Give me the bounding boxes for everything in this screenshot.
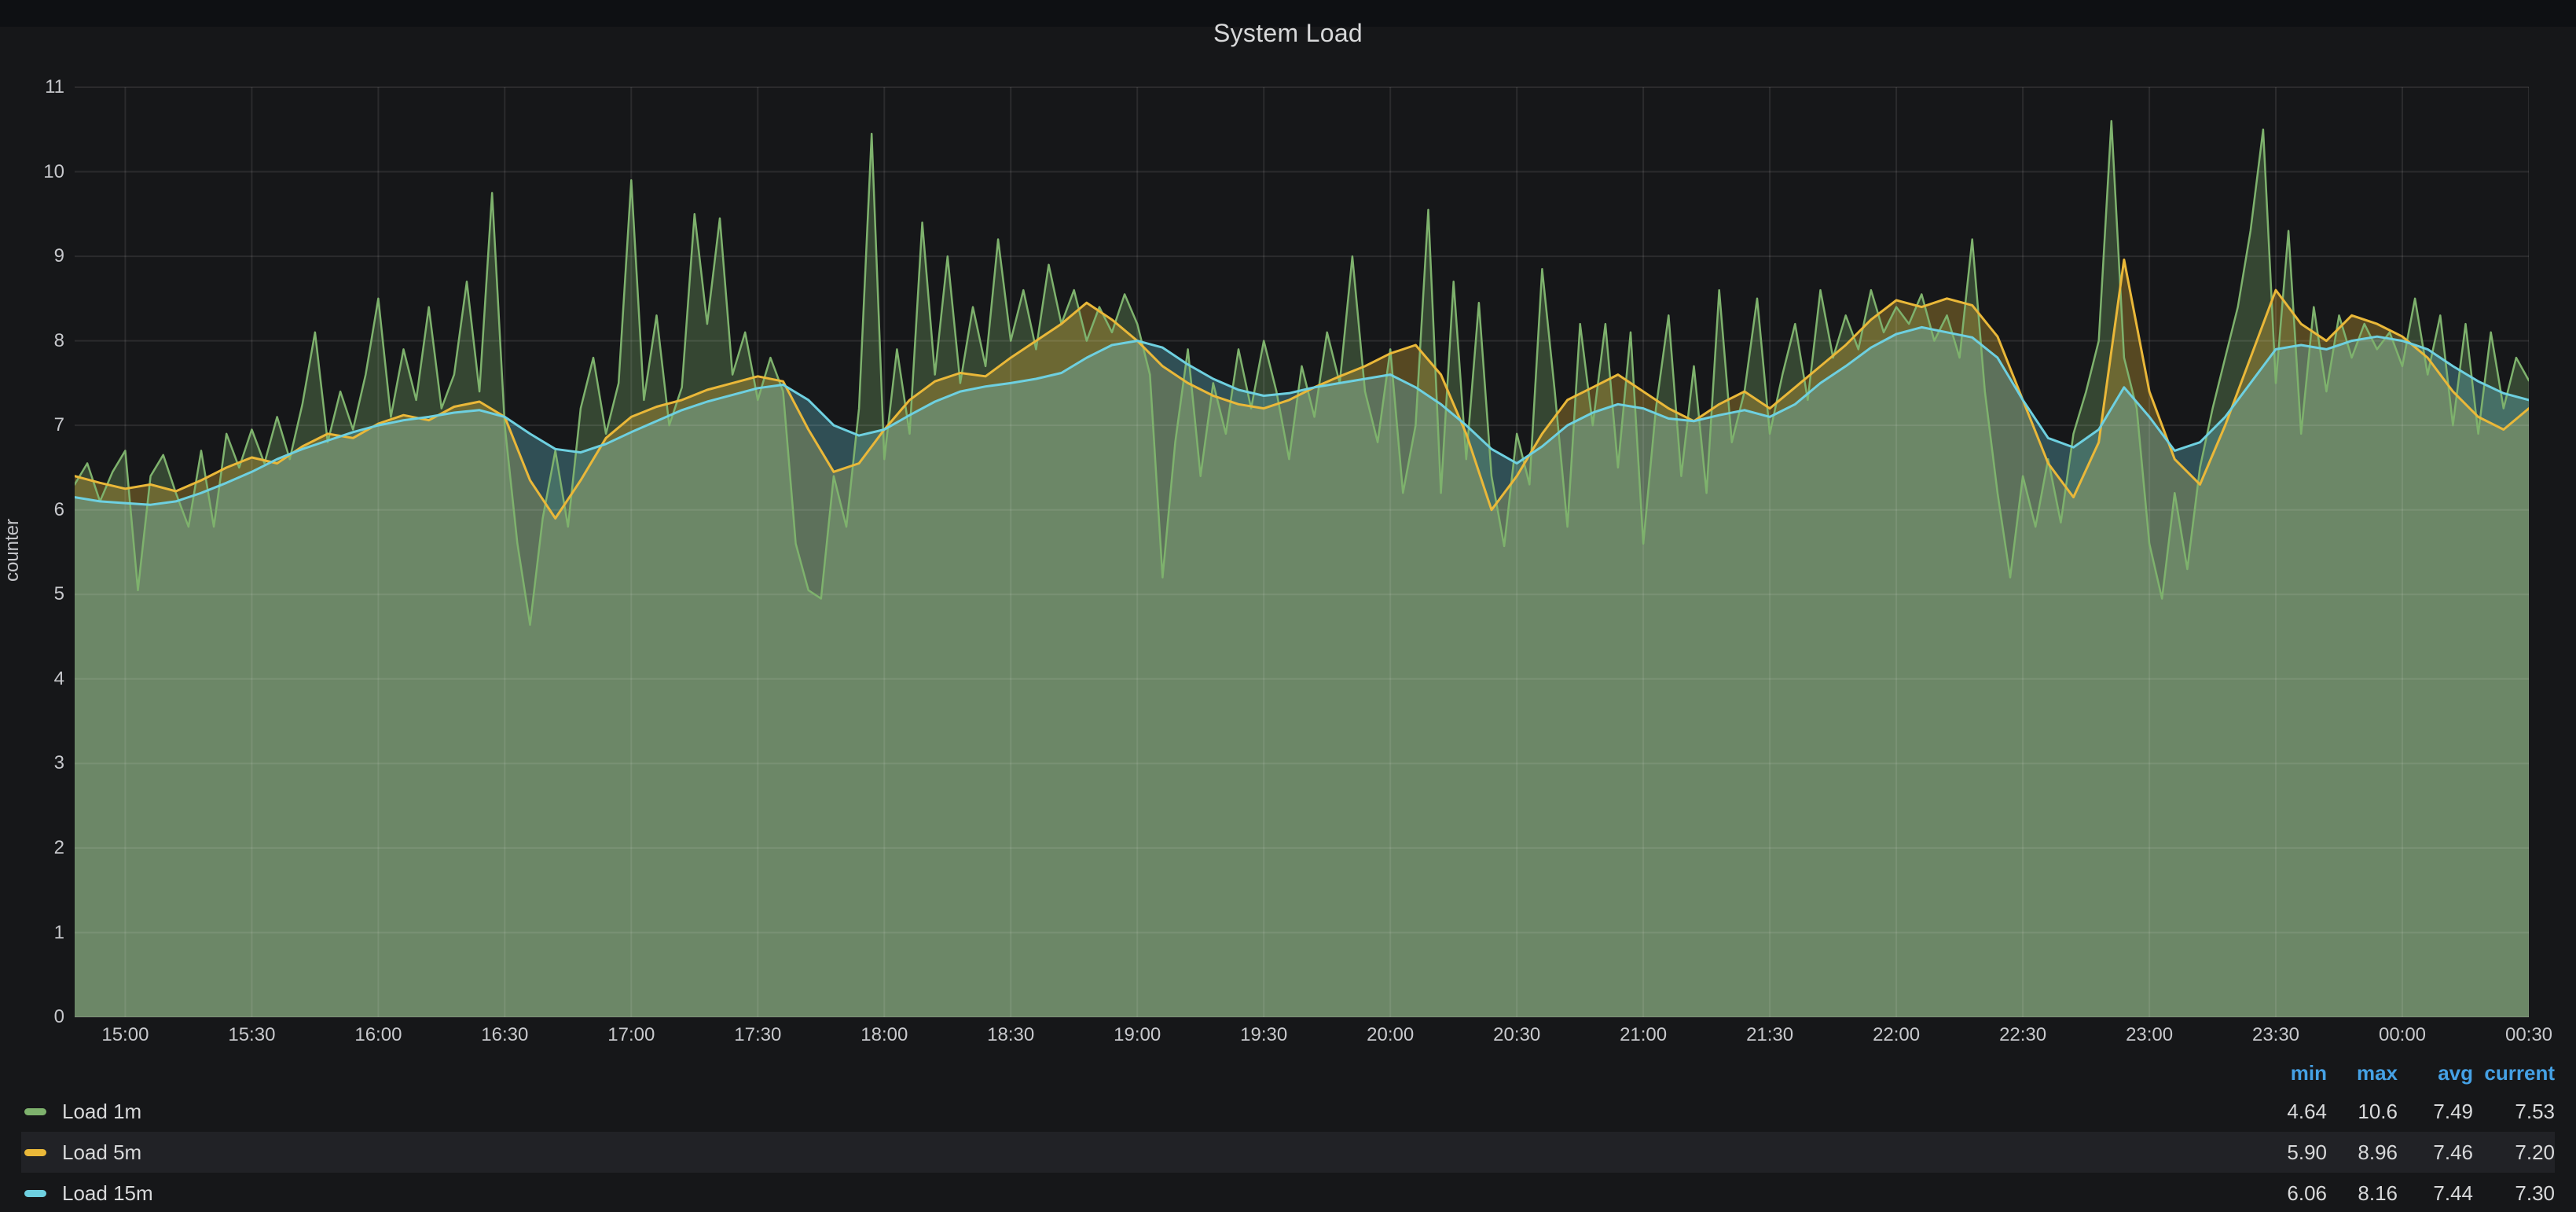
graph-area[interactable]	[75, 37, 2529, 1019]
grafana-graph-panel: System Load counter 01234567891011 15:00…	[0, 0, 2576, 1212]
x-axis-tick-label: 22:30	[1976, 1024, 2070, 1046]
x-axis-tick-label: 17:30	[710, 1024, 805, 1046]
y-axis-tick-label: 8	[0, 329, 64, 353]
x-axis-tick-label: 00:30	[2482, 1024, 2576, 1046]
x-axis-ticks: 15:00 15:30 16:00 16:30 17:00 17:30 18:00 18:30…	[75, 1024, 2529, 1052]
legend-header-current[interactable]: current	[2473, 1061, 2555, 1085]
legend-row-load-15m[interactable]: Load 15m 6.06 8.16 7.44 7.30	[21, 1173, 2555, 1212]
stat-avg-load-5m: 7.46	[2398, 1140, 2473, 1165]
x-axis-tick-label: 21:30	[1723, 1024, 1817, 1046]
series-swatch-load-5m[interactable]	[24, 1149, 46, 1156]
x-axis-tick-label: 23:30	[2229, 1024, 2323, 1046]
x-axis-tick-label: 18:30	[963, 1024, 1058, 1046]
x-axis-tick-label: 17:00	[584, 1024, 678, 1046]
y-axis-tick-label: 3	[0, 751, 64, 775]
y-axis-tick-label: 10	[0, 160, 64, 184]
stat-min-load-5m: 5.90	[2240, 1140, 2327, 1165]
series-label-load-5m[interactable]: Load 5m	[62, 1140, 141, 1165]
x-axis-tick-label: 23:00	[2102, 1024, 2196, 1046]
x-axis-tick-label: 22:00	[1849, 1024, 1943, 1046]
y-axis-tick-label: 5	[0, 582, 64, 606]
legend-row-load-1m[interactable]: Load 1m 4.64 10.6 7.49 7.53	[21, 1091, 2555, 1132]
legend-header-min[interactable]: min	[2240, 1061, 2327, 1085]
stat-current-load-15m: 7.30	[2473, 1181, 2555, 1206]
y-axis-tick-label: 0	[0, 1005, 64, 1029]
x-axis-tick-label: 16:00	[331, 1024, 425, 1046]
stat-max-load-15m: 8.16	[2327, 1181, 2398, 1206]
stat-current-load-1m: 7.53	[2473, 1100, 2555, 1124]
y-axis-tick-label: 11	[0, 75, 64, 99]
series-swatch-load-1m[interactable]	[24, 1108, 46, 1115]
x-axis-tick-label: 20:30	[1470, 1024, 1564, 1046]
stat-avg-load-15m: 7.44	[2398, 1181, 2473, 1206]
stat-min-load-15m: 6.06	[2240, 1181, 2327, 1206]
stat-avg-load-1m: 7.49	[2398, 1100, 2473, 1124]
x-axis-tick-label: 21:00	[1596, 1024, 1690, 1046]
y-axis-ticks: 01234567891011	[0, 37, 64, 1019]
x-axis-tick-label: 19:00	[1090, 1024, 1184, 1046]
y-axis-tick-label: 7	[0, 413, 64, 437]
x-axis-tick-label: 15:30	[204, 1024, 299, 1046]
y-axis-tick-label: 6	[0, 498, 64, 522]
stat-max-load-1m: 10.6	[2327, 1100, 2398, 1124]
series-swatch-load-15m[interactable]	[24, 1190, 46, 1197]
legend: min max avg current Load 1m 4.64 10.6 7.…	[21, 1055, 2555, 1212]
y-axis-tick-label: 2	[0, 836, 64, 860]
legend-header-avg[interactable]: avg	[2398, 1061, 2473, 1085]
x-axis-tick-label: 16:30	[457, 1024, 552, 1046]
stat-cells-load-5m: 5.90 8.96 7.46 7.20	[2240, 1140, 2555, 1165]
series-label-load-15m[interactable]: Load 15m	[62, 1181, 153, 1206]
y-axis-tick-label: 1	[0, 921, 64, 945]
stat-cells-load-15m: 6.06 8.16 7.44 7.30	[2240, 1181, 2555, 1206]
series-label-load-1m[interactable]: Load 1m	[62, 1100, 141, 1124]
legend-row-load-5m[interactable]: Load 5m 5.90 8.96 7.46 7.20	[21, 1132, 2555, 1173]
x-axis-tick-label: 18:00	[837, 1024, 931, 1046]
legend-header-cells: min max avg current	[2240, 1061, 2555, 1085]
stat-current-load-5m: 7.20	[2473, 1140, 2555, 1165]
x-axis-tick-label: 00:00	[2355, 1024, 2449, 1046]
x-axis-tick-label: 20:00	[1343, 1024, 1437, 1046]
legend-stats-header: min max avg current	[21, 1055, 2555, 1091]
legend-header-max[interactable]: max	[2327, 1061, 2398, 1085]
y-axis-tick-label: 9	[0, 244, 64, 268]
stat-min-load-1m: 4.64	[2240, 1100, 2327, 1124]
stat-max-load-5m: 8.96	[2327, 1140, 2398, 1165]
stat-cells-load-1m: 4.64 10.6 7.49 7.53	[2240, 1100, 2555, 1124]
load-chart[interactable]	[75, 37, 2529, 1019]
x-axis-tick-label: 15:00	[78, 1024, 172, 1046]
x-axis-tick-label: 19:30	[1216, 1024, 1311, 1046]
y-axis-tick-label: 4	[0, 667, 64, 691]
